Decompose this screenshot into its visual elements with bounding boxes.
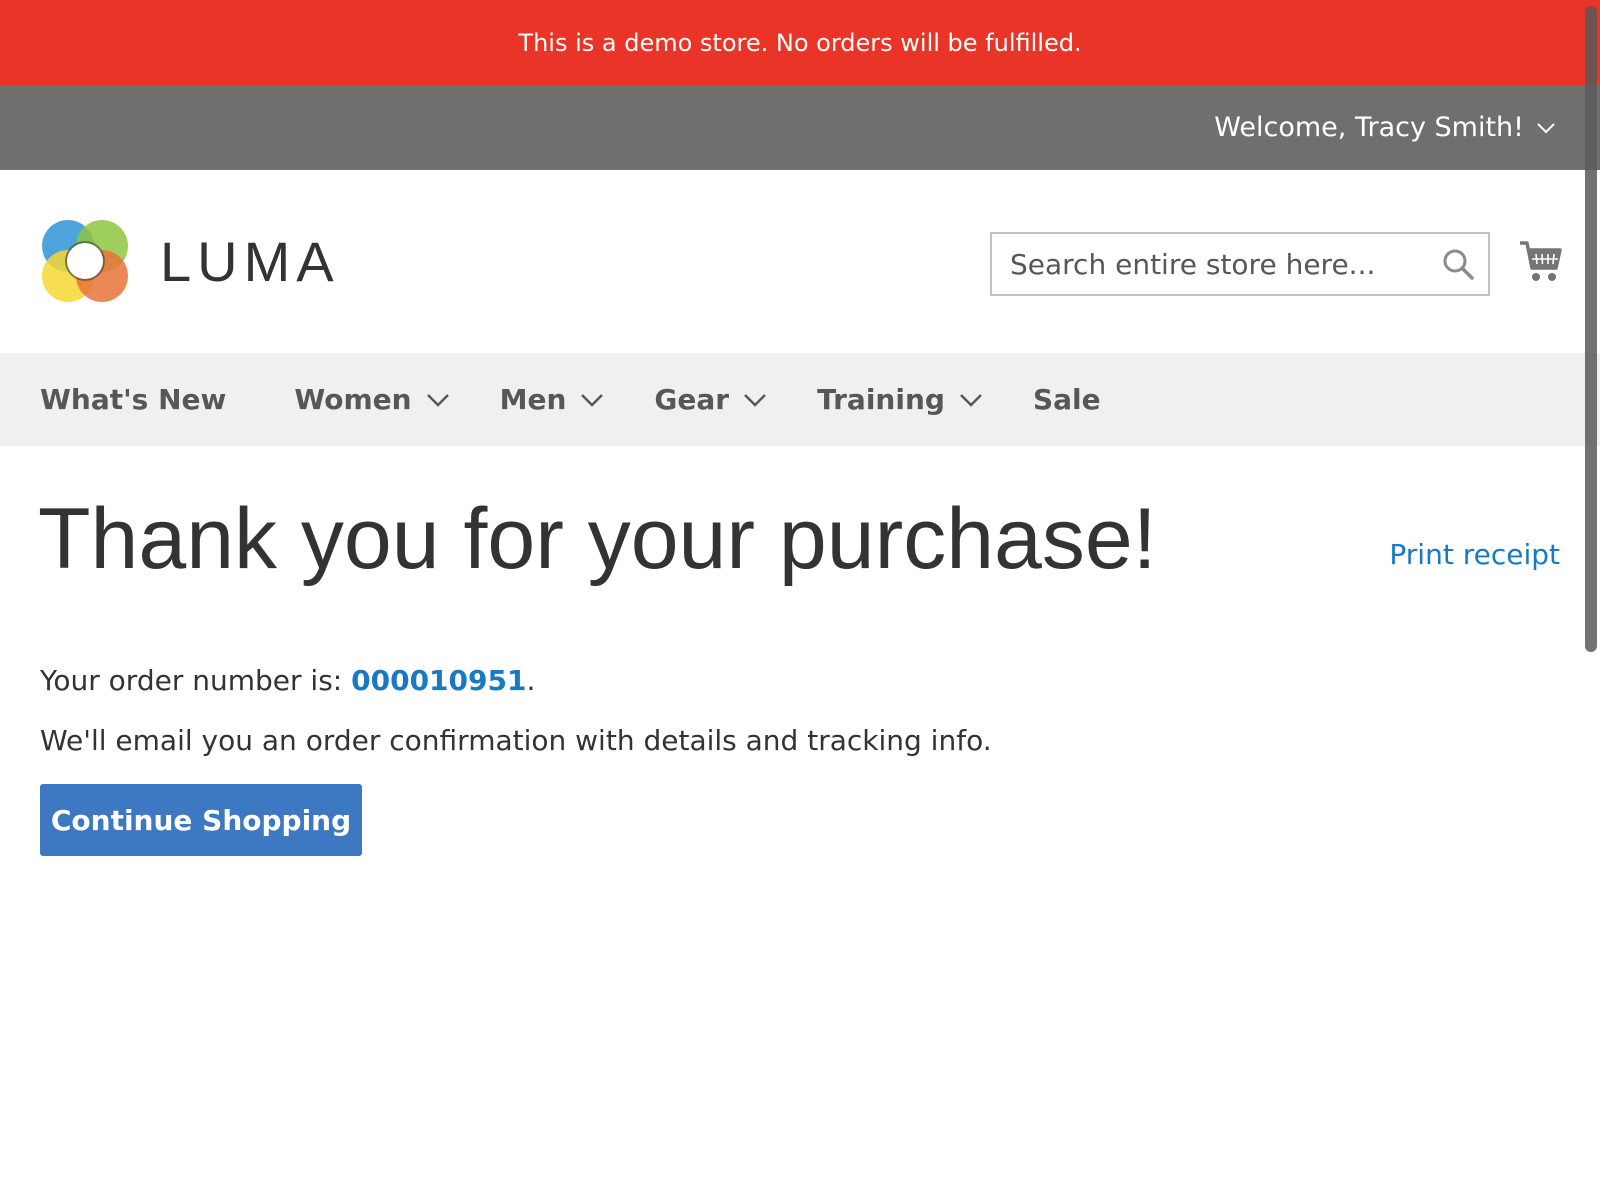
nav-item-label: Men <box>499 383 567 416</box>
nav-item-sale[interactable]: Sale <box>1033 383 1101 416</box>
main-navigation: What's New Women Men Gear Training Sale <box>0 353 1600 446</box>
chevron-down-icon <box>426 393 449 407</box>
continue-shopping-button[interactable]: Continue Shopping <box>40 784 362 856</box>
demo-notice-banner: This is a demo store. No orders will be … <box>0 0 1600 85</box>
email-confirmation-message: We'll email you an order confirmation wi… <box>40 724 992 757</box>
order-number-prefix: Your order number is: <box>40 664 352 697</box>
nav-item-label: What's New <box>40 383 227 416</box>
nav-item-whats-new[interactable]: What's New <box>40 383 226 416</box>
minicart-button[interactable] <box>1518 238 1562 284</box>
site-header: LUMA <box>0 170 1600 353</box>
nav-item-label: Women <box>294 383 412 416</box>
nav-item-gear[interactable]: Gear <box>654 383 767 416</box>
cart-icon <box>1520 241 1562 281</box>
order-number-link[interactable]: 000010951 <box>351 664 526 697</box>
nav-item-women[interactable]: Women <box>294 383 449 416</box>
nav-item-label: Sale <box>1032 383 1101 416</box>
search-button[interactable] <box>1428 234 1488 294</box>
customer-welcome-menu[interactable]: Welcome, Tracy Smith! <box>1214 85 1556 170</box>
print-receipt-link[interactable]: Print receipt <box>1389 538 1560 571</box>
top-panel: Welcome, Tracy Smith! <box>0 85 1600 170</box>
search-icon <box>1443 249 1474 280</box>
logo-text: LUMA <box>160 229 340 293</box>
order-number-suffix: . <box>526 664 536 697</box>
chevron-down-icon <box>1537 122 1555 133</box>
nav-item-men[interactable]: Men <box>500 383 605 416</box>
nav-item-label: Gear <box>654 383 730 416</box>
luma-logo-icon <box>42 220 128 302</box>
nav-item-label: Training <box>817 383 945 416</box>
scrollbar[interactable] <box>1584 0 1600 1200</box>
chevron-down-icon <box>960 393 982 407</box>
chevron-down-icon <box>744 393 766 407</box>
scrollbar-thumb[interactable] <box>1585 6 1597 652</box>
page: This is a demo store. No orders will be … <box>0 0 1600 1200</box>
demo-notice-text: This is a demo store. No orders will be … <box>518 28 1082 57</box>
order-number-line: Your order number is: 000010951. <box>40 664 535 697</box>
search-box <box>990 232 1490 296</box>
welcome-text: Welcome, Tracy Smith! <box>1214 112 1524 143</box>
chevron-down-icon <box>581 393 604 407</box>
page-title: Thank you for your purchase! <box>38 491 1157 587</box>
search-input[interactable] <box>992 234 1428 294</box>
nav-item-training[interactable]: Training <box>817 383 983 416</box>
luma-logo[interactable]: LUMA <box>40 215 340 307</box>
